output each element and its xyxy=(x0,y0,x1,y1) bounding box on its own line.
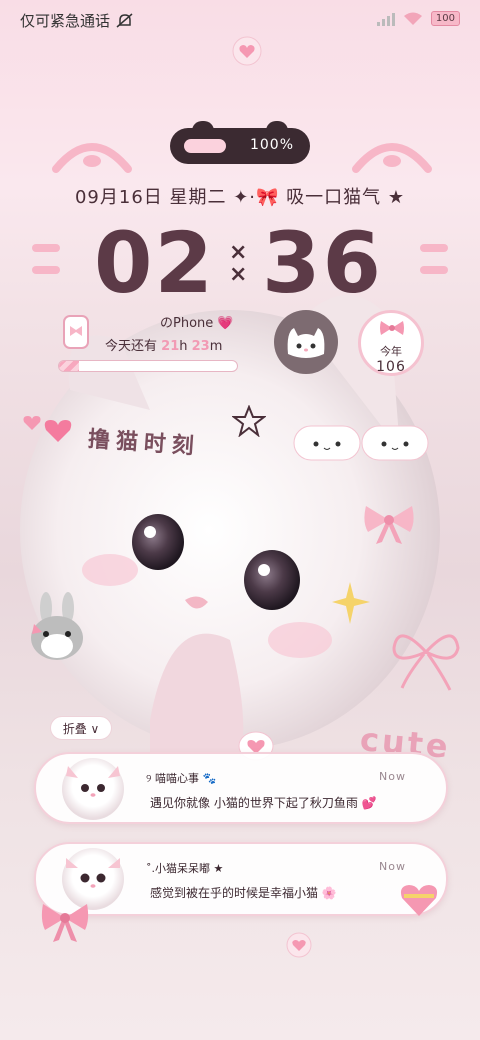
notification-card[interactable]: ˚.小猫呆呆嘟 ★ 感觉到被在乎的时候是幸福小猫 🌸 Now xyxy=(34,842,448,916)
phone-label: のPhone 💗 xyxy=(160,316,234,331)
notification-time: Now xyxy=(379,860,406,873)
heart-bubble-icon xyxy=(286,932,312,958)
day-progress-fill xyxy=(59,361,79,371)
sparkle-icon xyxy=(332,582,370,624)
notification-title: ˚.小猫呆呆嘟 ★ xyxy=(146,862,224,875)
bunny-sticker xyxy=(31,592,83,660)
pill-left-ear xyxy=(192,121,214,135)
minutes-left: 23 xyxy=(191,339,210,354)
hours-left: 21 xyxy=(161,339,180,354)
status-left: 仅可紧急通话 xyxy=(20,10,134,31)
notification-avatar xyxy=(62,758,124,820)
cat-avatar-icon xyxy=(66,766,120,797)
notification-body: 感觉到被在乎的时候是幸福小猫 🌸 xyxy=(150,886,337,900)
pink-bow-icon xyxy=(364,506,414,544)
carrier-text: 仅可紧急通话 xyxy=(20,12,111,30)
notification-time: Now xyxy=(379,770,406,783)
notification-body: 遇见你就像 小猫的世界下起了秋刀鱼雨 💕 xyxy=(150,796,377,810)
calendar-widget-icon xyxy=(63,315,89,349)
pill-progress-bar xyxy=(184,139,226,153)
notification-card[interactable]: ୨ 喵喵心事 🐾 遇见你就像 小猫的世界下起了秋刀鱼雨 💕 Now xyxy=(34,752,448,824)
clock[interactable]: 02 × × 36 xyxy=(0,218,480,308)
year-days: 106 xyxy=(376,359,406,375)
status-bar: 仅可紧急通话 100 xyxy=(0,0,480,40)
wifi-icon xyxy=(403,12,422,25)
notification-title: ୨ 喵喵心事 🐾 xyxy=(146,772,217,785)
bow-icon xyxy=(380,321,404,335)
hearts-icon xyxy=(23,416,72,442)
pill-right-ear xyxy=(266,121,288,135)
clock-hours: 02 xyxy=(94,214,215,312)
day-progress-bar xyxy=(58,360,238,372)
left-ear-decoration xyxy=(52,143,132,173)
hour-unit: h xyxy=(179,339,188,354)
year-days-widget[interactable]: 今年 106 xyxy=(358,310,424,376)
right-ear-decoration xyxy=(352,143,432,173)
date-line: 09月16日 星期二 ✦·🎀 吸一口猫气 ★ xyxy=(74,187,406,208)
status-right: 100 xyxy=(376,11,460,26)
battery-indicator: 100 xyxy=(430,11,460,26)
day-countdown: 今天还有 21h 23m xyxy=(105,335,222,354)
heart-gift-icon xyxy=(400,885,438,916)
minute-unit: m xyxy=(209,339,223,354)
fold-button[interactable]: 折叠 ∨ xyxy=(50,716,112,740)
year-label: 今年 xyxy=(380,345,402,358)
cat-face-icon xyxy=(287,328,325,358)
pink-bow-icon xyxy=(41,904,89,942)
clock-minutes: 36 xyxy=(262,214,383,312)
bell-off-icon xyxy=(116,12,133,28)
star-outline-icon xyxy=(232,405,266,437)
heart-bubble-icon xyxy=(232,36,262,66)
battery-pill: 100% xyxy=(170,121,310,164)
cat-face-widget[interactable] xyxy=(274,310,338,374)
signal-icon xyxy=(376,12,395,26)
battery-percent: 100% xyxy=(249,137,294,153)
ribbon-outline-icon xyxy=(392,634,460,691)
clock-separator: × × xyxy=(229,240,248,287)
countdown-prefix: 今天还有 xyxy=(105,339,158,354)
cat-faces-sticker xyxy=(293,425,429,461)
